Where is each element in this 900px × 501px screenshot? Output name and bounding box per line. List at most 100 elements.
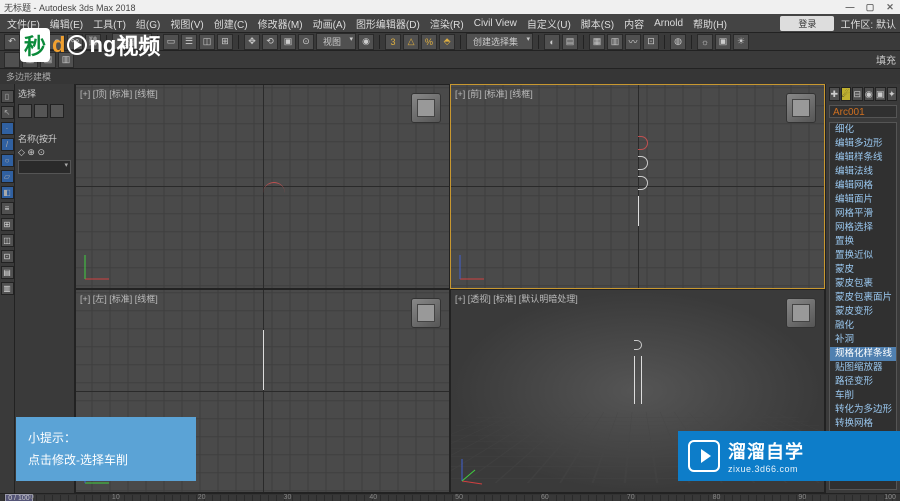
move-icon[interactable]: ✥: [244, 34, 260, 50]
modifier-item[interactable]: 蒙皮包裹面片: [830, 291, 896, 305]
scale-icon[interactable]: ▣: [280, 34, 296, 50]
sort-label[interactable]: 名称(按升: [18, 132, 71, 145]
modify-tab-icon[interactable]: ☄: [841, 87, 852, 101]
modifier-item[interactable]: 蒙皮包裹: [830, 277, 896, 291]
modifier-item[interactable]: 编辑样条线: [830, 151, 896, 165]
modifier-item[interactable]: 车削: [830, 389, 896, 403]
material-editor-icon[interactable]: ◍: [670, 34, 686, 50]
pivot-icon[interactable]: ◉: [358, 34, 374, 50]
menu-graph[interactable]: 图形编辑器(D): [353, 16, 423, 31]
modifier-item[interactable]: 编辑多边形: [830, 137, 896, 151]
tool-b-icon[interactable]: ⊞: [1, 218, 14, 231]
sub-edge-icon[interactable]: /: [1, 138, 14, 151]
align-icon[interactable]: ▤: [562, 34, 578, 50]
polymodel-tab[interactable]: 多边形建模: [6, 70, 51, 83]
cursor-tool-icon[interactable]: ↖: [1, 106, 14, 119]
tool-d-icon[interactable]: ⊡: [1, 250, 14, 263]
create-tab-icon[interactable]: ✚: [829, 87, 840, 101]
viewport-top[interactable]: [+] [顶] [标准] [线框]: [75, 84, 450, 289]
rotate-icon[interactable]: ⟲: [262, 34, 278, 50]
angle-snap-icon[interactable]: △: [403, 34, 419, 50]
curve-editor-icon[interactable]: 〰: [625, 34, 641, 50]
undo-icon[interactable]: ↶: [4, 34, 20, 50]
close-button[interactable]: ✕: [884, 2, 896, 13]
layer-explorer-icon[interactable]: ▥: [607, 34, 623, 50]
render-setup-icon[interactable]: ☼: [697, 34, 713, 50]
window-crossing-icon[interactable]: ⊞: [217, 34, 233, 50]
percent-snap-icon[interactable]: %: [421, 34, 437, 50]
modifier-item[interactable]: 编辑网格: [830, 179, 896, 193]
menu-custom[interactable]: 自定义(U): [524, 16, 574, 31]
tool-e-icon[interactable]: ▤: [1, 266, 14, 279]
modifier-item[interactable]: 贴图缩放器: [830, 361, 896, 375]
menu-view[interactable]: 视图(V): [167, 16, 206, 31]
modifier-item[interactable]: 路径变形: [830, 375, 896, 389]
render-icon[interactable]: ☀: [733, 34, 749, 50]
modifier-item[interactable]: 细化: [830, 123, 896, 137]
modifier-item[interactable]: 网格平滑: [830, 207, 896, 221]
mirror-icon[interactable]: ◐: [544, 34, 560, 50]
modifier-item[interactable]: 置换近似: [830, 249, 896, 263]
tool-a-icon[interactable]: ≡: [1, 202, 14, 215]
modifier-item[interactable]: 融化: [830, 319, 896, 333]
login-button[interactable]: 登录: [780, 16, 834, 31]
sub-vertex-icon[interactable]: ·: [1, 122, 14, 135]
viewcube-icon[interactable]: [411, 298, 441, 328]
display-tab-icon[interactable]: ▣: [875, 87, 886, 101]
sub-element-icon[interactable]: ◧: [1, 186, 14, 199]
tool-c-icon[interactable]: ◫: [1, 234, 14, 247]
modifier-item[interactable]: 置换: [830, 235, 896, 249]
select-region-icon[interactable]: ◫: [199, 34, 215, 50]
viewcube-icon[interactable]: [786, 298, 816, 328]
modifier-item[interactable]: 网格选择: [830, 221, 896, 235]
layer-icon[interactable]: ▦: [589, 34, 605, 50]
modifier-item[interactable]: 蒙皮: [830, 263, 896, 277]
modifier-item[interactable]: 规格化样条线: [830, 347, 896, 361]
select-name-icon[interactable]: ☰: [181, 34, 197, 50]
menu-animation[interactable]: 动画(A): [310, 16, 349, 31]
select-tool-icon[interactable]: ▯: [1, 90, 14, 103]
render-frame-icon[interactable]: ▣: [715, 34, 731, 50]
sel-filter-icon[interactable]: [18, 104, 32, 118]
viewport-front[interactable]: [+] [前] [标准] [线框]: [450, 84, 825, 289]
menu-render[interactable]: 渲染(R): [427, 16, 467, 31]
workspace-label[interactable]: 工作区: 默认: [840, 16, 896, 31]
menu-arnold[interactable]: Arnold: [651, 18, 686, 29]
maximize-button[interactable]: ▢: [864, 2, 876, 13]
sub-poly-icon[interactable]: ▱: [1, 170, 14, 183]
motion-tab-icon[interactable]: ◉: [864, 87, 875, 101]
freeform-icon[interactable]: [4, 52, 20, 68]
utilities-tab-icon[interactable]: ✦: [887, 87, 898, 101]
hierarchy-tab-icon[interactable]: ⊟: [852, 87, 863, 101]
sel-display-icon[interactable]: [34, 104, 48, 118]
menu-script[interactable]: 脚本(S): [578, 16, 617, 31]
menu-help[interactable]: 帮助(H): [690, 16, 730, 31]
modifier-item[interactable]: 转换网格: [830, 417, 896, 431]
viewcube-icon[interactable]: [411, 93, 441, 123]
placement-icon[interactable]: ⊙: [298, 34, 314, 50]
coord-system[interactable]: 视图: [316, 33, 356, 50]
time-slider[interactable]: 0 / 100 0102030405060708090100: [0, 493, 900, 501]
modifier-item[interactable]: 蒙皮变形: [830, 305, 896, 319]
modifier-item[interactable]: 转化为多边形: [830, 403, 896, 417]
spinner-snap-icon[interactable]: ⬘: [439, 34, 455, 50]
menu-content[interactable]: 内容: [621, 16, 647, 31]
object-name-field[interactable]: Arc001: [829, 105, 897, 118]
modifier-item[interactable]: 补洞: [830, 333, 896, 347]
snap-toggle-icon[interactable]: 3: [385, 34, 401, 50]
schematic-icon[interactable]: ⊡: [643, 34, 659, 50]
sub-border-icon[interactable]: ○: [1, 154, 14, 167]
modifier-item[interactable]: 编辑法线: [830, 165, 896, 179]
menu-create[interactable]: 创建(C): [211, 16, 251, 31]
viewcube-icon[interactable]: [786, 93, 816, 123]
scene-tree-root[interactable]: ◇ ⊕ ⊙: [18, 147, 71, 158]
tool-f-icon[interactable]: ▥: [1, 282, 14, 295]
modifier-item[interactable]: 编辑面片: [830, 193, 896, 207]
menu-modifier[interactable]: 修改器(M): [255, 16, 306, 31]
sel-menu-icon[interactable]: [50, 104, 64, 118]
minimize-button[interactable]: —: [844, 2, 856, 13]
time-marker[interactable]: 0 / 100: [5, 494, 33, 501]
menu-civil[interactable]: Civil View: [471, 18, 520, 29]
scene-search[interactable]: [18, 160, 71, 174]
named-selection[interactable]: 创建选择集: [466, 33, 533, 50]
